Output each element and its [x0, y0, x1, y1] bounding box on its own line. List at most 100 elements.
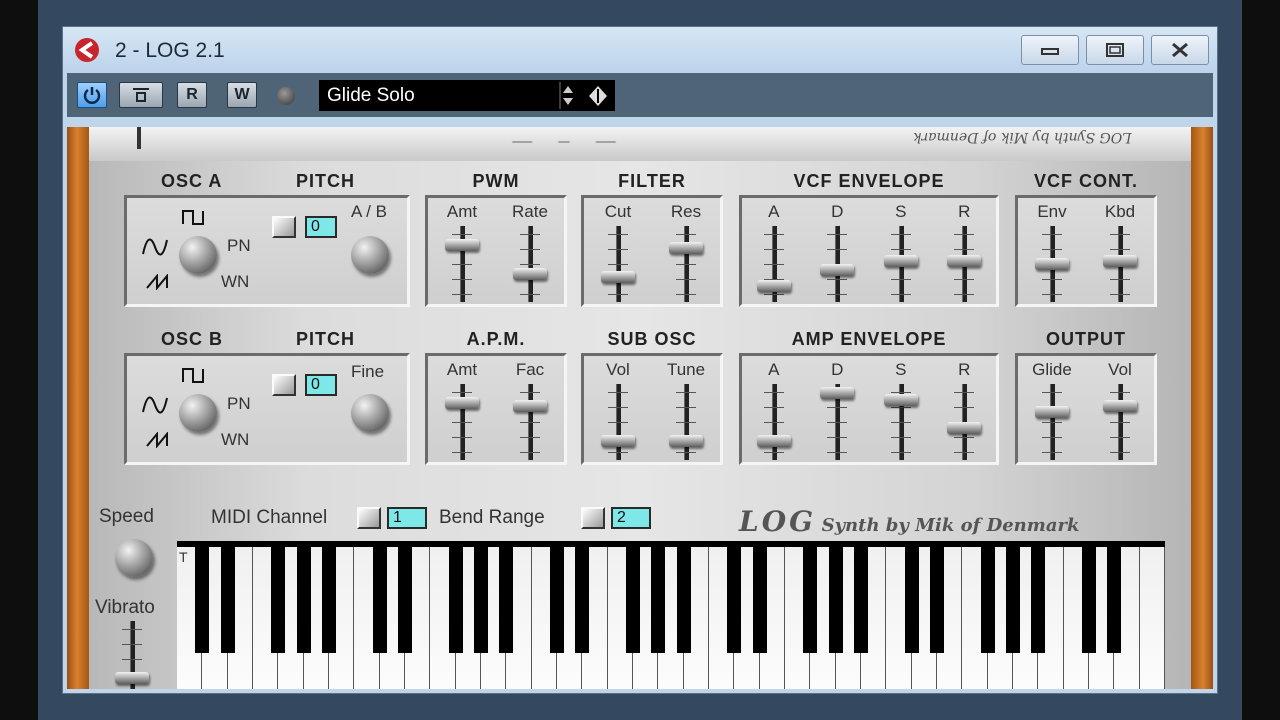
sub-osc-slider-vol[interactable] [601, 384, 635, 460]
slider-handle[interactable] [445, 397, 479, 409]
black-key[interactable] [474, 547, 488, 653]
black-key[interactable] [220, 547, 235, 653]
vcf-cont-slider-env[interactable] [1035, 226, 1069, 302]
black-key[interactable] [1006, 547, 1020, 653]
slider-handle[interactable] [669, 242, 703, 254]
osc-a-pitch-button[interactable] [272, 216, 296, 238]
filter-slider-res[interactable] [669, 226, 703, 302]
slider-handle[interactable] [513, 400, 547, 412]
slider-handle[interactable] [883, 394, 918, 406]
preset-arrows-icon[interactable] [559, 82, 577, 109]
vcf-env-slider-s[interactable] [883, 226, 918, 302]
apm-slider-amt[interactable] [445, 384, 479, 460]
preset-menu-icon[interactable] [587, 85, 609, 107]
output-slider-vol[interactable] [1103, 384, 1137, 460]
black-key[interactable] [752, 547, 767, 653]
slider-handle[interactable] [820, 264, 855, 276]
black-key[interactable] [930, 547, 944, 653]
slider-handle[interactable] [1103, 255, 1137, 267]
black-key[interactable] [803, 547, 818, 653]
amp-env-slider-d[interactable] [820, 384, 855, 460]
amp-env-slider-s[interactable] [883, 384, 918, 460]
slider-handle[interactable] [756, 280, 791, 292]
amp-env-slider-r[interactable] [947, 384, 982, 460]
vcf-env-slider-r[interactable] [947, 226, 982, 302]
black-key[interactable] [550, 547, 564, 653]
vibrato-slider[interactable] [115, 621, 149, 689]
speed-knob[interactable] [115, 539, 153, 577]
black-key[interactable] [828, 547, 843, 653]
read-automation-button[interactable]: R [177, 82, 207, 108]
black-key[interactable] [499, 547, 514, 653]
osc-b-fine-knob[interactable] [351, 394, 389, 432]
preset-selector[interactable]: Glide Solo [319, 80, 615, 111]
slider-handle[interactable] [883, 255, 918, 267]
black-key[interactable] [271, 547, 286, 653]
sub-osc-slider-tune[interactable] [669, 384, 703, 460]
vcf-cont-slider-kbd[interactable] [1103, 226, 1137, 302]
black-key[interactable] [575, 547, 590, 653]
credit-logo: LOG [739, 505, 816, 538]
black-key[interactable] [296, 547, 311, 653]
sub-osc-label-tune: Tune [666, 360, 706, 379]
osc-b-waveform-knob[interactable] [179, 394, 217, 432]
black-key[interactable] [1082, 547, 1096, 653]
write-automation-button[interactable]: W [227, 82, 257, 108]
black-key[interactable] [398, 547, 412, 653]
black-key[interactable] [322, 547, 336, 653]
slider-handle[interactable] [601, 435, 635, 447]
filter-slider-cut[interactable] [601, 226, 635, 302]
pwm-slider-rate[interactable] [513, 226, 547, 302]
black-key[interactable] [626, 547, 640, 653]
slider-handle[interactable] [756, 435, 791, 447]
black-key[interactable] [854, 547, 868, 653]
close-button[interactable] [1151, 35, 1209, 65]
midi-channel-value[interactable]: 1 [387, 507, 427, 529]
maximize-button[interactable] [1086, 35, 1144, 65]
vcf-env-slider-a[interactable] [756, 226, 791, 302]
midi-channel-button[interactable] [357, 507, 381, 529]
black-key[interactable] [651, 547, 666, 653]
power-button[interactable] [77, 82, 107, 108]
slider-handle[interactable] [947, 422, 982, 434]
osc-b-pitch-button[interactable] [272, 374, 296, 396]
osc-b-pitch-value[interactable]: 0 [305, 374, 337, 396]
output-slider-glide[interactable] [1035, 384, 1069, 460]
bypass-button[interactable] [119, 82, 163, 108]
slider-handle[interactable] [115, 672, 149, 684]
slider-handle[interactable] [445, 239, 479, 251]
slider-handle[interactable] [1035, 406, 1069, 418]
white-key[interactable] [1139, 547, 1165, 689]
black-key[interactable] [1107, 547, 1122, 653]
black-key[interactable] [904, 547, 919, 653]
apm-slider-fac[interactable] [513, 384, 547, 460]
bend-range-value[interactable]: 2 [611, 507, 651, 529]
osc-a-pitch-value[interactable]: 0 [305, 216, 337, 238]
bend-range-button[interactable] [581, 507, 605, 529]
amp-env-slider-a[interactable] [756, 384, 791, 460]
slider-handle[interactable] [1035, 258, 1069, 270]
minimize-button[interactable] [1021, 35, 1079, 65]
slider-handle[interactable] [513, 268, 547, 280]
slider-tick [763, 392, 784, 393]
black-key[interactable] [980, 547, 995, 653]
vcf-env-slider-d[interactable] [820, 226, 855, 302]
black-key[interactable] [676, 547, 691, 653]
slider-handle[interactable] [669, 435, 703, 447]
black-key[interactable] [1031, 547, 1046, 653]
slider-handle[interactable] [947, 255, 982, 267]
black-key[interactable] [195, 547, 210, 653]
slider-handle[interactable] [601, 271, 635, 283]
black-key[interactable] [372, 547, 387, 653]
slider-handle[interactable] [1103, 400, 1137, 412]
amp-env-label-a: A [768, 360, 780, 379]
osc-a-waveform-knob[interactable] [179, 236, 217, 274]
osc-a-ab-knob[interactable] [351, 236, 389, 274]
black-key[interactable] [448, 547, 463, 653]
title-bar[interactable]: 2 - LOG 2.1 [63, 27, 1217, 73]
slider-tick [452, 452, 472, 453]
black-key[interactable] [727, 547, 742, 653]
pwm-slider-amt[interactable] [445, 226, 479, 302]
piano-keyboard[interactable]: T [177, 541, 1165, 689]
slider-handle[interactable] [820, 387, 855, 399]
